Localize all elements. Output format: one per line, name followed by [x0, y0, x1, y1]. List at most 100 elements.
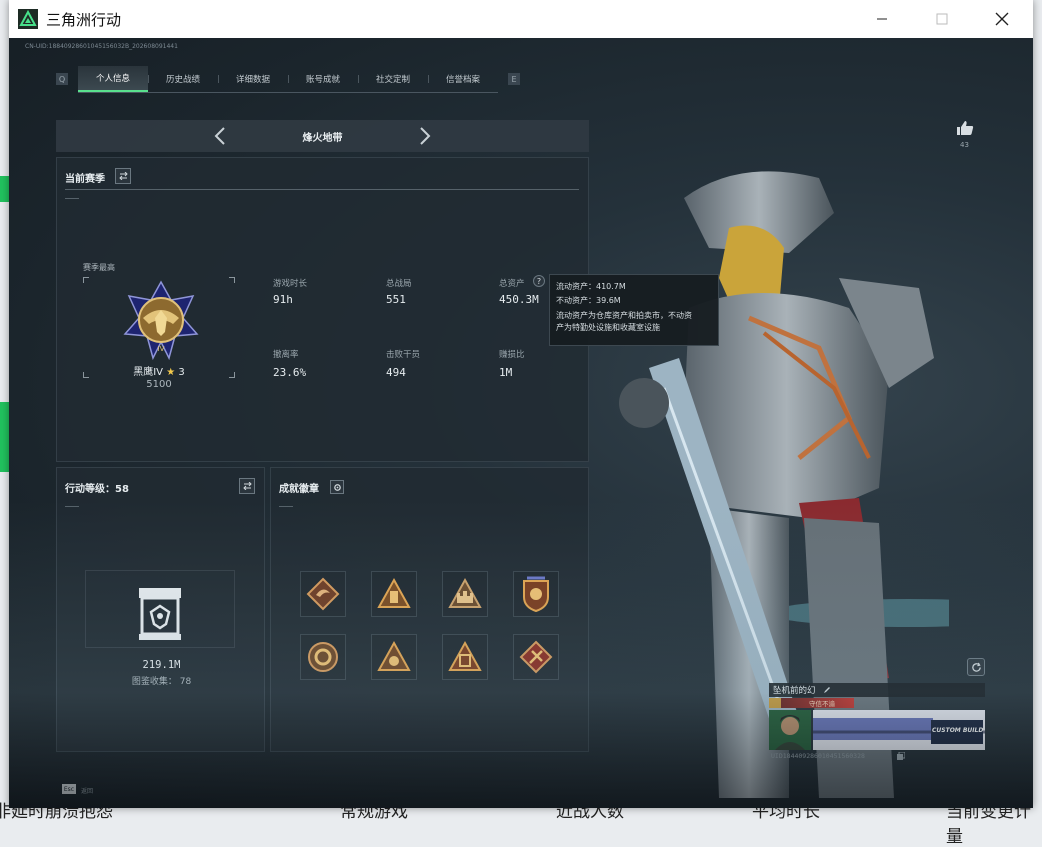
collection-value: 219.1M: [142, 659, 181, 671]
castle-badge-icon: [448, 577, 482, 608]
level-panel: 行动等级：58 219.1M 图鉴收集： 78: [56, 467, 265, 752]
tower-badge-icon: [377, 577, 411, 608]
badge-slot-7[interactable]: [442, 634, 488, 680]
season-best-label: 赛季最高: [83, 263, 115, 272]
tab-next-button[interactable]: E: [508, 73, 520, 85]
minimize-icon: [877, 18, 887, 20]
copy-icon[interactable]: [897, 752, 905, 760]
tooltip-fixed-assets: 不动资产：39.6M: [556, 296, 621, 305]
level-switch-button[interactable]: [239, 478, 255, 494]
season-subline: [65, 198, 79, 199]
rank-frame-corner: [229, 372, 235, 378]
game-window: 三角洲行动 CN-UID:18840928601045156032B_20260…: [9, 0, 1033, 808]
rank-frame-corner: [83, 372, 89, 378]
collection-count: 78: [179, 677, 192, 687]
badges-panel: 成就徽章: [270, 467, 589, 752]
like-count: 43: [960, 141, 969, 149]
collection-label: 图鉴收集：: [131, 677, 177, 687]
season-header: 当前赛季: [65, 174, 105, 185]
badge-slot-3[interactable]: [442, 571, 488, 617]
mode-next-arrow-icon[interactable]: [418, 126, 432, 146]
badge-slot-8[interactable]: [513, 634, 559, 680]
refresh-button[interactable]: [967, 658, 985, 676]
close-button[interactable]: [972, 0, 1032, 38]
mode-title: 烽火地带: [302, 133, 343, 144]
stat-value-profit-ratio: 1M: [499, 366, 513, 379]
question-icon[interactable]: ?: [533, 275, 545, 287]
stat-label-playtime: 游戏时长: [273, 279, 308, 289]
top-tab-bar: Q 个人信息 历史战绩 详细数据 账号成就 社交定制 信誉档案 E: [56, 65, 520, 93]
rank-stars: 3: [178, 367, 185, 378]
tab-prev-button[interactable]: Q: [56, 73, 68, 85]
cross-badge-icon: [519, 640, 553, 674]
ring-badge-icon: [308, 642, 338, 672]
rank-name-row: 黑鹰IV ★ 3: [97, 363, 221, 378]
stat-value-total-matches: 551: [386, 293, 406, 306]
swap-icon: [242, 482, 252, 490]
badges-header: 成就徽章: [279, 484, 319, 495]
refresh-icon: [971, 662, 981, 672]
banner-text: CUSTOM BUILD: [932, 727, 984, 734]
player-tag: 守信不渝: [809, 700, 835, 708]
stat-value-kills: 494: [386, 366, 406, 379]
season-switch-button[interactable]: [115, 168, 131, 184]
tooltip-desc-2: 产为特勤处设施和收藏室设施: [556, 323, 660, 332]
rank-frame-corner: [83, 277, 89, 283]
minimize-button[interactable]: [852, 0, 912, 38]
badge-slot-6[interactable]: [371, 634, 417, 680]
gear-icon: [333, 483, 341, 491]
title-bar: 三角洲行动: [9, 0, 1033, 38]
stat-label-kills: 击败干员: [386, 350, 421, 360]
back-label[interactable]: 返回: [81, 786, 93, 795]
maximize-icon: [936, 13, 948, 25]
badge-slot-1[interactable]: [300, 571, 346, 617]
window-title: 三角洲行动: [46, 10, 122, 29]
thumbs-up-icon[interactable]: [956, 120, 974, 136]
tab-details[interactable]: 详细数据: [218, 66, 288, 92]
stat-value-playtime: 91h: [273, 293, 293, 306]
mode-switcher: 烽火地带: [56, 120, 589, 152]
badge-slot-4[interactable]: [513, 571, 559, 617]
edit-pencil-icon[interactable]: [823, 686, 831, 694]
emblem-badge-icon: [377, 640, 411, 671]
tab-achievements[interactable]: 账号成就: [288, 66, 358, 92]
stat-label-extract-rate: 撤离率: [273, 350, 299, 360]
level-subline: [65, 506, 79, 507]
badge-slot-5[interactable]: [300, 634, 346, 680]
player-name: 坠机前的幻: [773, 686, 816, 696]
stat-value-total-assets: 450.3M: [499, 293, 539, 306]
badges-settings-button[interactable]: [330, 480, 344, 494]
tab-list: 个人信息 历史战绩 详细数据 账号成就 社交定制 信誉档案: [78, 65, 498, 93]
tooltip-desc-1: 流动资产为仓库资产和拍卖市，不动资: [556, 311, 692, 320]
maximize-button[interactable]: [912, 0, 972, 38]
stat-label-total-matches: 总战局: [386, 279, 412, 289]
black-hawk-rank-icon: IV: [123, 280, 199, 361]
tab-reputation[interactable]: 信誉档案: [428, 66, 498, 92]
tab-personal-info[interactable]: 个人信息: [78, 65, 148, 92]
player-id: UID184409286010451560328: [771, 752, 865, 760]
desktop-green-panel: [0, 402, 9, 472]
season-panel: 当前赛季 赛季最高 IV 黑鹰IV ★ 3 5100 游戏时长 91h 总战局 …: [56, 157, 589, 462]
collection-showcase-icon[interactable]: [137, 586, 183, 642]
rank-star-icon: ★: [166, 367, 176, 378]
player-tag-emblem-icon: [769, 698, 781, 708]
tab-social[interactable]: 社交定制: [358, 66, 428, 92]
app-logo-icon: [18, 9, 38, 29]
close-icon: [995, 12, 1009, 26]
game-viewport: CN-UID:18840928601045156032B_20260809144…: [9, 38, 1033, 808]
badge-slot-2[interactable]: [371, 571, 417, 617]
asset-tooltip: 流动资产：410.7M 不动资产：39.6M 流动资产为仓库资产和拍卖市，不动资…: [549, 274, 719, 346]
rank-name: 黑鹰IV: [133, 367, 164, 378]
rank-frame-corner: [229, 277, 235, 283]
badges-subline: [279, 506, 293, 507]
esc-key-hint[interactable]: Esc: [62, 784, 76, 794]
tab-history[interactable]: 历史战绩: [148, 66, 218, 92]
desktop-green-tab: [0, 176, 9, 202]
level-header: 行动等级：58: [65, 484, 129, 495]
gate-badge-icon: [448, 640, 482, 671]
player-card: 坠机前的幻 守信不渝 CUSTOM BUILD UID1844092860104…: [769, 683, 985, 768]
stat-value-extract-rate: 23.6%: [273, 366, 307, 379]
rank-points: 5100: [146, 379, 172, 390]
swap-icon: [118, 172, 128, 180]
player-avatar: [769, 710, 811, 750]
